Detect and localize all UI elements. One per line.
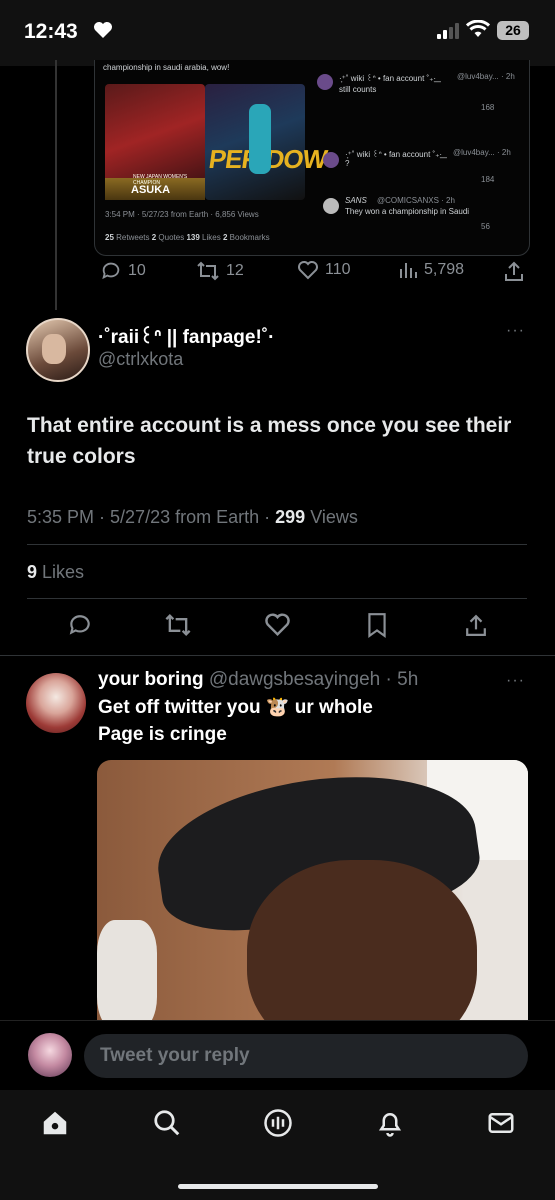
embedded-meta: 3:54 PM · 5/27/23 from Earth · 6,856 Vie…	[105, 210, 259, 219]
battery-indicator: 26	[497, 21, 529, 40]
wifi-icon	[466, 20, 490, 37]
tweet-meta: 5:35 PM · 5/27/23 from Earth · 299 Views	[27, 507, 358, 527]
tweet-time: · 5h	[385, 669, 419, 690]
quoted-reply-count[interactable]: 10	[100, 260, 146, 282]
divider	[27, 544, 527, 545]
view-count: 299	[275, 507, 306, 527]
retweet-icon	[197, 261, 219, 281]
tweet-text: That entire account is a mess once you s…	[27, 414, 512, 468]
signal-icon	[437, 23, 459, 39]
bookmark-icon[interactable]	[366, 612, 388, 638]
tweet-media[interactable]	[97, 760, 528, 1022]
user-handle[interactable]: @dawgsbesayingeh	[209, 669, 380, 690]
spaces-icon[interactable]	[263, 1108, 293, 1138]
reply-icon[interactable]	[67, 612, 93, 638]
divider	[0, 655, 555, 656]
like-icon	[298, 261, 318, 280]
tweet-text: Get off twitter you 🐮 ur whole Page is c…	[98, 697, 373, 745]
quoted-view-count[interactable]: 5,798	[398, 260, 464, 280]
more-options-button[interactable]: ···	[506, 322, 525, 340]
display-name[interactable]: your boring	[98, 669, 204, 690]
display-name[interactable]: ·˚raii꒰ᐢ || fanpage!˚·	[98, 323, 274, 349]
tweet-header: your boring @dawgsbesayingeh · 5h	[98, 669, 418, 691]
retweet-icon[interactable]	[164, 612, 192, 638]
reply-input[interactable]	[84, 1034, 528, 1078]
avatar[interactable]	[26, 318, 90, 382]
status-time: 12:43	[24, 20, 78, 43]
reply-icon	[102, 262, 120, 280]
share-icon[interactable]	[504, 260, 524, 282]
embedded-photo-right: PERIDOW	[205, 84, 328, 200]
like-icon[interactable]	[264, 612, 291, 637]
home-icon[interactable]	[40, 1108, 70, 1138]
views-icon	[400, 263, 417, 278]
embedded-caption: championship in saudi arabia, wow!	[103, 63, 230, 72]
quoted-screenshot[interactable]: championship in saudi arabia, wow! NEW J…	[94, 60, 530, 256]
heart-icon	[94, 22, 112, 38]
avatar[interactable]	[28, 1033, 72, 1077]
messages-icon[interactable]	[486, 1108, 516, 1138]
likes-count[interactable]: 9 Likes	[27, 562, 84, 583]
divider	[27, 598, 527, 599]
avatar[interactable]	[26, 673, 86, 733]
embedded-image-tag: ASUKA	[131, 184, 171, 196]
notifications-icon[interactable]	[375, 1108, 405, 1138]
embedded-photo-left: NEW JAPAN WOMEN'S CHAMPION ASUKA	[105, 84, 205, 200]
home-indicator	[178, 1184, 378, 1189]
share-icon[interactable]	[465, 612, 487, 638]
thread-line	[55, 60, 57, 310]
quoted-retweet-count[interactable]: 12	[196, 260, 244, 282]
embedded-reply-name: ·͙⁺˚ wiki ꒰ᐢ • fan account ˚₊·͟͟	[339, 74, 437, 83]
search-icon[interactable]	[152, 1108, 182, 1138]
embedded-counts: 25 Retweets 2 Quotes 139 Likes 2 Bookmar…	[105, 233, 270, 242]
user-handle[interactable]: @ctrlxkota	[98, 349, 183, 370]
more-options-button[interactable]: ···	[506, 672, 525, 690]
quoted-like-count[interactable]: 110	[297, 260, 351, 280]
